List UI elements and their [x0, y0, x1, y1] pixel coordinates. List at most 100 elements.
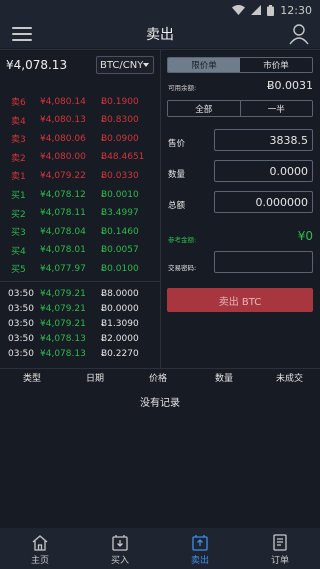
- ask-label: 卖4: [11, 116, 26, 127]
- quantity-input[interactable]: 0.0000: [214, 160, 313, 182]
- bid-price: ¥4,077.97: [40, 263, 86, 274]
- signal-icon: [251, 5, 262, 15]
- bid-row[interactable]: 买2 ¥4,078.11 Ƀ3.4997: [0, 205, 160, 222]
- orderbook-divider: [0, 281, 160, 282]
- trade-amount: Ƀ1.3090: [101, 319, 139, 329]
- column-header-price: 价格: [149, 374, 168, 384]
- ask-label: 卖3: [11, 135, 26, 146]
- ask-price: ¥4,080.14: [40, 96, 86, 107]
- tab-buy[interactable]: 买入: [80, 528, 160, 569]
- orders-table-header: 类型 日期 价格 数量 未成交: [0, 368, 320, 384]
- bid-row[interactable]: 买1 ¥4,078.12 Ƀ0.0010: [0, 186, 160, 203]
- reference-amount-label: 参考金额:: [168, 236, 197, 244]
- tab-limit-order[interactable]: 限价单: [168, 58, 240, 72]
- ask-amount: Ƀ48.4651: [101, 152, 145, 163]
- ask-amount: Ƀ0.0900: [101, 133, 139, 144]
- ask-amount: Ƀ0.1900: [101, 96, 139, 107]
- column-header-date: 日期: [86, 374, 105, 384]
- trade-row: 03:50 ¥4,079.21 Ƀ1.3090: [0, 319, 160, 334]
- pair-select-label: BTC/CNY: [100, 59, 144, 71]
- trade-price: ¥4,079.21: [40, 319, 86, 329]
- battery-icon: [267, 4, 275, 16]
- trade-row: 03:50 ¥4,078.13 Ƀ0.2270: [0, 349, 160, 364]
- user-icon[interactable]: [288, 23, 310, 45]
- trade-time: 03:50: [8, 349, 34, 359]
- trade-amount: Ƀ8.0000: [101, 289, 139, 299]
- trade-row: 03:50 ¥4,079.21 Ƀ8.0000: [0, 289, 160, 304]
- bid-label: 买5: [11, 265, 26, 276]
- trade-time: 03:50: [8, 289, 34, 299]
- tab-sell[interactable]: 卖出: [160, 528, 240, 569]
- trade-price: ¥4,078.13: [40, 334, 86, 344]
- home-icon: [32, 535, 48, 551]
- sell-icon: [192, 535, 208, 551]
- bid-amount: Ƀ0.0100: [101, 263, 139, 274]
- ask-label: 卖6: [11, 98, 26, 108]
- ask-label: 卖1: [11, 172, 26, 183]
- status-bar: 12:30: [0, 0, 320, 20]
- ask-row[interactable]: 卖1 ¥4,079.22 Ƀ0.0330: [0, 167, 160, 184]
- trade-time: 03:50: [8, 304, 34, 314]
- orders-icon: [273, 534, 287, 551]
- bid-label: 买1: [11, 191, 26, 201]
- bid-amount: Ƀ3.4997: [101, 208, 139, 219]
- trade-time: 03:50: [8, 319, 34, 329]
- bid-price: ¥4,078.11: [40, 208, 86, 219]
- ask-price: ¥4,079.22: [40, 170, 86, 181]
- trade-price: ¥4,079.21: [40, 304, 86, 314]
- ask-price: ¥4,080.06: [40, 133, 86, 144]
- trade-amount: Ƀ0.2270: [101, 349, 139, 359]
- trade-row: 03:50 ¥4,078.13 Ƀ2.0000: [0, 334, 160, 349]
- ask-row[interactable]: 卖3 ¥4,080.06 Ƀ0.0900: [0, 130, 160, 147]
- available-balance-label: 可用余额:: [168, 84, 197, 92]
- bid-label: 买3: [11, 228, 26, 239]
- all-button[interactable]: 全部: [168, 101, 240, 116]
- bid-row[interactable]: 买3 ¥4,078.04 Ƀ0.1460: [0, 223, 160, 240]
- quantity-label: 数量: [168, 170, 186, 180]
- price-input[interactable]: 3838.5: [214, 129, 313, 151]
- chevron-down-icon: [143, 63, 149, 67]
- total-label: 总额: [168, 201, 186, 211]
- bid-price: ¥4,078.12: [40, 189, 86, 200]
- empty-orders-message: 没有记录: [140, 398, 180, 409]
- bid-label: 买2: [11, 209, 26, 220]
- ask-row[interactable]: 卖6 ¥4,080.14 Ƀ0.1900: [0, 93, 160, 110]
- bid-price: ¥4,078.04: [40, 226, 86, 237]
- ask-amount: Ƀ0.8300: [101, 115, 139, 126]
- buy-icon: [112, 535, 128, 551]
- ask-row[interactable]: 卖4 ¥4,080.13 Ƀ0.8300: [0, 112, 160, 129]
- tab-home-label: 主页: [30, 556, 49, 566]
- order-type-tabs: 限价单 市价单: [167, 57, 313, 73]
- ask-amount: Ƀ0.0330: [101, 170, 139, 181]
- tab-market-order[interactable]: 市价单: [240, 58, 312, 72]
- column-header-quantity: 数量: [215, 374, 234, 384]
- tab-buy-label: 买入: [110, 556, 129, 566]
- tab-sell-label: 卖出: [190, 556, 209, 566]
- bid-amount: Ƀ0.0010: [101, 189, 139, 200]
- column-header-type: 类型: [23, 374, 42, 384]
- bid-price: ¥4,078.01: [40, 245, 86, 256]
- bid-label: 买4: [11, 246, 26, 257]
- pair-select[interactable]: BTC/CNY: [96, 56, 154, 74]
- page-title: 卖出: [146, 27, 174, 43]
- trade-row: 03:50 ¥4,079.21 Ƀ0.0000: [0, 304, 160, 319]
- trade-password-input[interactable]: [214, 251, 313, 273]
- app-header: 卖出: [0, 20, 320, 48]
- half-button[interactable]: 一半: [239, 101, 312, 116]
- ask-label: 卖2: [11, 153, 26, 164]
- ask-row[interactable]: 卖2 ¥4,080.00 Ƀ48.4651: [0, 149, 160, 166]
- last-price: ¥4,078.13: [6, 58, 68, 72]
- bid-row[interactable]: 买4 ¥4,078.01 Ƀ0.0057: [0, 242, 160, 259]
- sell-submit-button[interactable]: 卖出 BTC: [167, 288, 313, 312]
- total-input[interactable]: 0.000000: [214, 191, 313, 213]
- menu-icon[interactable]: [12, 24, 32, 44]
- trade-price: ¥4,078.13: [40, 349, 86, 359]
- bid-row[interactable]: 买5 ¥4,077.97 Ƀ0.0100: [0, 260, 160, 277]
- bottom-tab-bar: 主页 买入 卖出 订单: [0, 528, 320, 569]
- ask-price: ¥4,080.13: [40, 115, 86, 126]
- app-root: 12:30 卖出 ¥4,078.13 BTC/CNY 卖6 ¥4,080.14 Ƀ0…: [0, 0, 320, 569]
- tab-orders-label: 订单: [270, 556, 289, 566]
- wifi-icon: [232, 5, 246, 15]
- tab-home[interactable]: 主页: [0, 528, 80, 569]
- tab-orders[interactable]: 订单: [240, 528, 320, 569]
